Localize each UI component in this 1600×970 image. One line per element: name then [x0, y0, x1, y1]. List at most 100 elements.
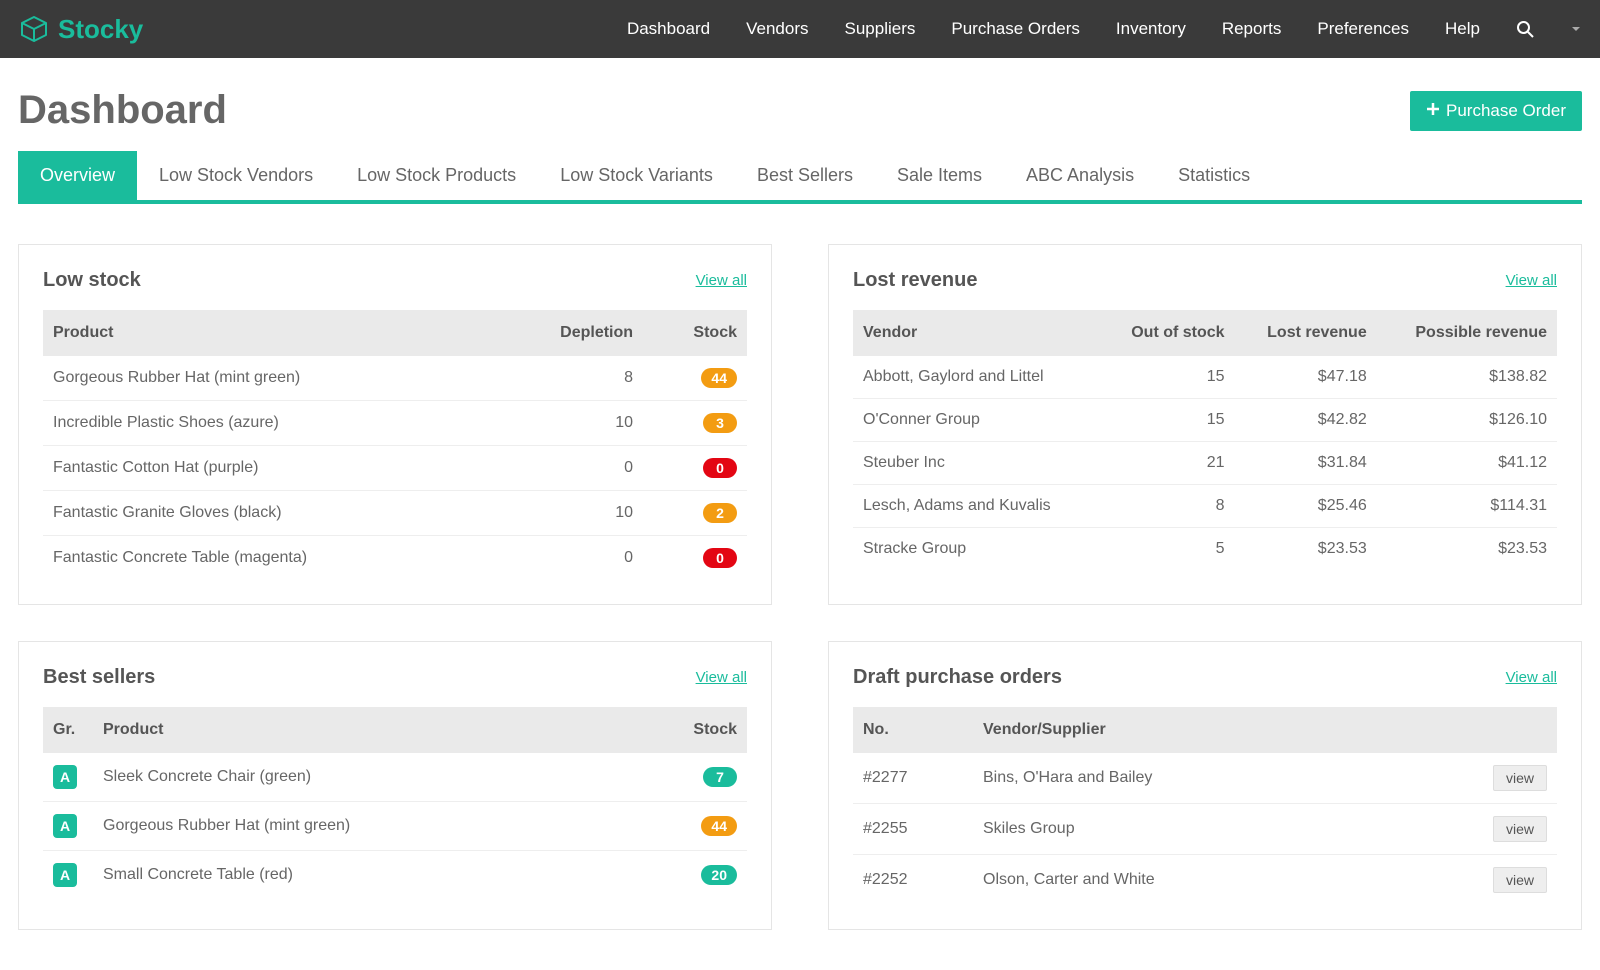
view-button[interactable]: view [1493, 816, 1547, 842]
cell-stock: 0 [643, 536, 747, 581]
tabs-container: Overview Low Stock Vendors Low Stock Pro… [0, 151, 1600, 204]
view-all-link[interactable]: View all [1506, 272, 1557, 289]
table-row: Fantastic Cotton Hat (purple)00 [43, 446, 747, 491]
page-title: Dashboard [18, 88, 227, 133]
caret-down-icon[interactable] [1570, 23, 1582, 35]
tab-best-sellers[interactable]: Best Sellers [735, 151, 875, 200]
cell-lost-revenue: $31.84 [1235, 442, 1377, 485]
cell-product: Fantastic Concrete Table (magenta) [43, 536, 491, 581]
table-row: Lesch, Adams and Kuvalis8$25.46$114.31 [853, 485, 1557, 528]
card-header: Lost revenue View all [853, 269, 1557, 292]
col-vendor-supplier: Vendor/Supplier [973, 707, 1394, 753]
view-button[interactable]: view [1493, 867, 1547, 893]
col-no: No. [853, 707, 973, 753]
card-title: Best sellers [43, 666, 155, 689]
table-row: Stracke Group5$23.53$23.53 [853, 528, 1557, 571]
draft-po-table: No. Vendor/Supplier #2277Bins, O'Hara an… [853, 707, 1557, 905]
cell-out-of-stock: 8 [1100, 485, 1235, 528]
cell-vendor: Olson, Carter and White [973, 855, 1394, 906]
add-purchase-order-button[interactable]: Purchase Order [1410, 91, 1582, 131]
nav-preferences[interactable]: Preferences [1317, 19, 1409, 39]
cell-product: Fantastic Cotton Hat (purple) [43, 446, 491, 491]
low-stock-table: Product Depletion Stock Gorgeous Rubber … [43, 310, 747, 580]
table-row: Gorgeous Rubber Hat (mint green)844 [43, 356, 747, 401]
cell-vendor: Steuber Inc [853, 442, 1100, 485]
tab-low-stock-products[interactable]: Low Stock Products [335, 151, 538, 200]
cell-stock: 20 [621, 851, 747, 900]
nav-suppliers[interactable]: Suppliers [845, 19, 916, 39]
table-row: ASleek Concrete Chair (green)7 [43, 753, 747, 802]
cell-action: view [1394, 855, 1557, 906]
nav-vendors[interactable]: Vendors [746, 19, 808, 39]
cell-no: #2252 [853, 855, 973, 906]
cell-vendor: Bins, O'Hara and Bailey [973, 753, 1394, 804]
cell-possible-revenue: $114.31 [1377, 485, 1557, 528]
cell-grade: A [43, 802, 93, 851]
cell-depletion: 10 [491, 491, 643, 536]
cell-stock: 7 [621, 753, 747, 802]
cell-no: #2255 [853, 804, 973, 855]
tab-overview[interactable]: Overview [18, 151, 137, 200]
stock-pill: 20 [701, 865, 737, 885]
nav-items: Dashboard Vendors Suppliers Purchase Ord… [627, 19, 1582, 39]
card-header: Best sellers View all [43, 666, 747, 689]
card-low-stock: Low stock View all Product Depletion Sto… [18, 244, 772, 605]
nav-purchase-orders[interactable]: Purchase Orders [951, 19, 1080, 39]
tab-abc-analysis[interactable]: ABC Analysis [1004, 151, 1156, 200]
stock-pill: 44 [701, 816, 737, 836]
stock-pill: 7 [703, 767, 737, 787]
nav-reports[interactable]: Reports [1222, 19, 1282, 39]
card-best-sellers: Best sellers View all Gr. Product Stock … [18, 641, 772, 930]
view-all-link[interactable]: View all [696, 272, 747, 289]
grade-badge: A [53, 863, 77, 887]
table-row: #2277Bins, O'Hara and Bailey view [853, 753, 1557, 804]
cell-stock: 0 [643, 446, 747, 491]
col-lost-revenue: Lost revenue [1235, 310, 1377, 356]
nav-help[interactable]: Help [1445, 19, 1480, 39]
cell-possible-revenue: $138.82 [1377, 356, 1557, 399]
view-all-link[interactable]: View all [696, 669, 747, 686]
card-title: Low stock [43, 269, 141, 292]
tab-statistics[interactable]: Statistics [1156, 151, 1272, 200]
col-product: Product [93, 707, 621, 753]
view-button[interactable]: view [1493, 765, 1547, 791]
stock-pill: 3 [703, 413, 737, 433]
cell-no: #2277 [853, 753, 973, 804]
cell-lost-revenue: $25.46 [1235, 485, 1377, 528]
table-row: O'Conner Group15$42.82$126.10 [853, 399, 1557, 442]
view-all-link[interactable]: View all [1506, 669, 1557, 686]
tab-low-stock-variants[interactable]: Low Stock Variants [538, 151, 735, 200]
cell-product: Sleek Concrete Chair (green) [93, 753, 621, 802]
stock-pill: 0 [703, 548, 737, 568]
table-row: #2255Skiles Groupview [853, 804, 1557, 855]
tab-low-stock-vendors[interactable]: Low Stock Vendors [137, 151, 335, 200]
card-title: Lost revenue [853, 269, 977, 292]
cell-vendor: O'Conner Group [853, 399, 1100, 442]
tab-sale-items[interactable]: Sale Items [875, 151, 1004, 200]
table-row: Fantastic Concrete Table (magenta)00 [43, 536, 747, 581]
cell-stock: 2 [643, 491, 747, 536]
primary-button-label: Purchase Order [1446, 101, 1566, 121]
cell-vendor: Abbott, Gaylord and Littel [853, 356, 1100, 399]
stock-pill: 2 [703, 503, 737, 523]
brand[interactable]: Stocky [18, 13, 143, 45]
nav-dashboard[interactable]: Dashboard [627, 19, 710, 39]
card-lost-revenue: Lost revenue View all Vendor Out of stoc… [828, 244, 1582, 605]
brand-box-icon [18, 13, 50, 45]
card-draft-purchase-orders: Draft purchase orders View all No. Vendo… [828, 641, 1582, 930]
nav-inventory[interactable]: Inventory [1116, 19, 1186, 39]
table-row: Steuber Inc21$31.84$41.12 [853, 442, 1557, 485]
col-grade: Gr. [43, 707, 93, 753]
search-icon[interactable] [1516, 20, 1534, 38]
cell-vendor: Lesch, Adams and Kuvalis [853, 485, 1100, 528]
cell-possible-revenue: $41.12 [1377, 442, 1557, 485]
cell-out-of-stock: 15 [1100, 356, 1235, 399]
grade-badge: A [53, 814, 77, 838]
brand-name: Stocky [58, 14, 143, 45]
cards-grid: Low stock View all Product Depletion Sto… [0, 204, 1600, 970]
card-header: Low stock View all [43, 269, 747, 292]
cell-grade: A [43, 851, 93, 900]
col-product: Product [43, 310, 491, 356]
cell-out-of-stock: 5 [1100, 528, 1235, 571]
col-possible-revenue: Possible revenue [1377, 310, 1557, 356]
